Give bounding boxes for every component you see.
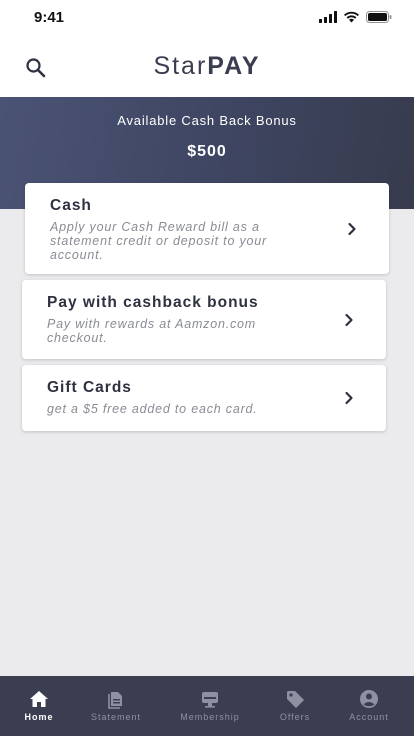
signal-icon (319, 11, 337, 23)
cashback-amount: $500 (187, 143, 227, 160)
tab-label: Statement (90, 712, 142, 722)
offers-tag-icon (287, 691, 304, 708)
battery-icon (366, 11, 392, 23)
status-icons (319, 11, 392, 23)
chevron-right-icon (345, 313, 353, 327)
option-description: Apply your Cash Reward bill as a stateme… (50, 220, 267, 262)
brand-part-star: Star (153, 52, 208, 80)
cashback-label: Available Cash Back Bonus (117, 113, 297, 128)
tab-label: Membership (180, 712, 240, 722)
status-bar: 9:41 (0, 0, 414, 36)
account-icon (360, 690, 378, 708)
bottom-tab-bar: Home Statement Membership Offers Account (0, 676, 414, 736)
option-card-cash[interactable]: Cash Apply your Cash Reward bill as a st… (25, 183, 389, 274)
tab-offers[interactable]: Offers (270, 676, 320, 736)
option-description: Pay with rewards at Aamzon.com checkout. (47, 317, 257, 345)
home-icon (30, 691, 48, 707)
option-card-gift-cards[interactable]: Gift Cards get a $5 free added to each c… (22, 365, 386, 431)
option-title: Pay with cashback bonus (47, 294, 259, 311)
app-header: StarPAY (0, 36, 414, 97)
tab-membership[interactable]: Membership (172, 676, 248, 736)
option-card-pay-with-cashback[interactable]: Pay with cashback bonus Pay with rewards… (22, 280, 386, 359)
membership-icon (202, 692, 218, 708)
tab-label: Offers (279, 712, 311, 722)
chevron-right-icon (348, 222, 356, 236)
tab-statement[interactable]: Statement (82, 676, 150, 736)
tab-label: Home (24, 712, 54, 722)
tab-label: Account (349, 712, 389, 722)
option-title: Cash (50, 197, 92, 214)
option-description: get a $5 free added to each card. (47, 402, 258, 416)
brand-logo: StarPAY (0, 52, 414, 81)
tab-home[interactable]: Home (10, 676, 68, 736)
option-title: Gift Cards (47, 379, 132, 396)
statement-icon (108, 692, 122, 709)
chevron-right-icon (345, 391, 353, 405)
wifi-icon (344, 11, 359, 23)
brand-part-pay: PAY (207, 52, 261, 80)
tab-account[interactable]: Account (340, 676, 398, 736)
status-time: 9:41 (34, 9, 65, 26)
